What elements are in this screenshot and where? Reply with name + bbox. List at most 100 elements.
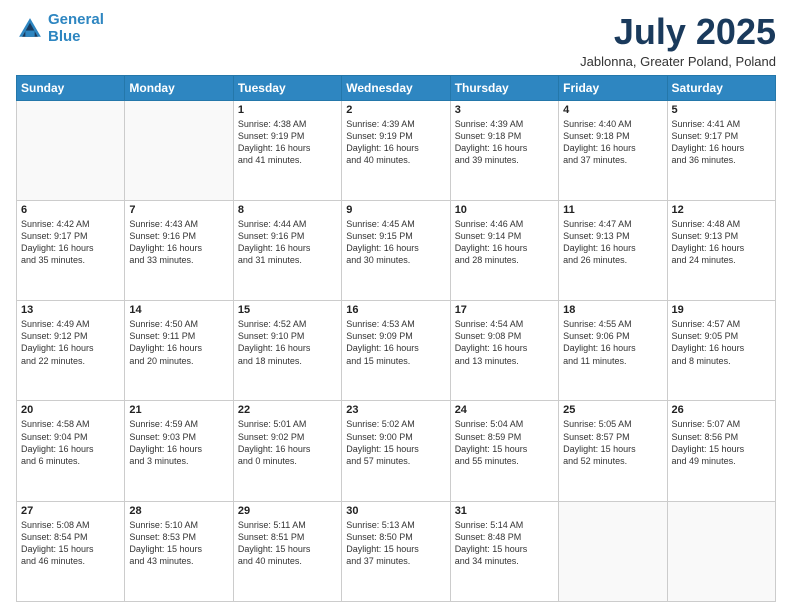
- day-number: 7: [129, 204, 228, 216]
- logo-text: General Blue: [48, 12, 104, 45]
- day-info: Sunrise: 4:55 AM Sunset: 9:06 PM Dayligh…: [563, 318, 662, 367]
- day-info: Sunrise: 5:11 AM Sunset: 8:51 PM Dayligh…: [238, 519, 337, 568]
- calendar-week-2: 6Sunrise: 4:42 AM Sunset: 9:17 PM Daylig…: [17, 200, 776, 300]
- day-number: 14: [129, 304, 228, 316]
- calendar-cell: 23 Sunrise: 5:02 AM Sunset: 9:00 PM Dayli…: [342, 401, 450, 501]
- day-number: 16: [346, 304, 445, 316]
- calendar-cell: 9Sunrise: 4:45 AM Sunset: 9:15 PM Daylig…: [342, 200, 450, 300]
- calendar-week-5: 27 Sunrise: 5:08 AM Sunset: 8:54 PM Dayli…: [17, 501, 776, 601]
- calendar-cell: 22 Sunrise: 5:01 AM Sunset: 9:02 PM Dayli…: [233, 401, 341, 501]
- day-number: 31: [455, 505, 554, 517]
- day-info: Sunrise: 4:59 AM Sunset: 9:03 PM Dayligh…: [129, 418, 228, 467]
- day-number: 27: [21, 505, 120, 517]
- day-info: Sunrise: 4:41 AM Sunset: 9:17 PM Dayligh…: [672, 118, 771, 167]
- day-info: Sunrise: 4:42 AM Sunset: 9:17 PM Dayligh…: [21, 218, 120, 267]
- calendar-week-4: 20 Sunrise: 4:58 AM Sunset: 9:04 PM Dayli…: [17, 401, 776, 501]
- calendar-cell: 4Sunrise: 4:40 AM Sunset: 9:18 PM Daylig…: [559, 100, 667, 200]
- calendar-header-tuesday: Tuesday: [233, 75, 341, 100]
- day-info: Sunrise: 4:49 AM Sunset: 9:12 PM Dayligh…: [21, 318, 120, 367]
- day-number: 9: [346, 204, 445, 216]
- logo: General Blue: [16, 12, 104, 45]
- calendar-cell: 19 Sunrise: 4:57 AM Sunset: 9:05 PM Dayli…: [667, 301, 775, 401]
- day-info: Sunrise: 4:39 AM Sunset: 9:18 PM Dayligh…: [455, 118, 554, 167]
- logo-line1: General: [48, 11, 104, 28]
- calendar-cell: 1 Sunrise: 4:38 AM Sunset: 9:19 PM Daylig…: [233, 100, 341, 200]
- calendar-cell: 12Sunrise: 4:48 AM Sunset: 9:13 PM Dayli…: [667, 200, 775, 300]
- day-info: Sunrise: 4:53 AM Sunset: 9:09 PM Dayligh…: [346, 318, 445, 367]
- calendar-header-sunday: Sunday: [17, 75, 125, 100]
- subtitle: Jablonna, Greater Poland, Poland: [580, 54, 776, 69]
- day-info: Sunrise: 4:43 AM Sunset: 9:16 PM Dayligh…: [129, 218, 228, 267]
- calendar-header-thursday: Thursday: [450, 75, 558, 100]
- calendar-cell: 21 Sunrise: 4:59 AM Sunset: 9:03 PM Dayli…: [125, 401, 233, 501]
- calendar-header-row: SundayMondayTuesdayWednesdayThursdayFrid…: [17, 75, 776, 100]
- calendar-cell: 14 Sunrise: 4:50 AM Sunset: 9:11 PM Dayli…: [125, 301, 233, 401]
- day-number: 17: [455, 304, 554, 316]
- day-info: Sunrise: 5:04 AM Sunset: 8:59 PM Dayligh…: [455, 418, 554, 467]
- day-number: 21: [129, 404, 228, 416]
- day-info: Sunrise: 4:58 AM Sunset: 9:04 PM Dayligh…: [21, 418, 120, 467]
- day-number: 19: [672, 304, 771, 316]
- calendar-table: SundayMondayTuesdayWednesdayThursdayFrid…: [16, 75, 776, 602]
- day-info: Sunrise: 5:14 AM Sunset: 8:48 PM Dayligh…: [455, 519, 554, 568]
- calendar-cell: [125, 100, 233, 200]
- day-info: Sunrise: 5:05 AM Sunset: 8:57 PM Dayligh…: [563, 418, 662, 467]
- day-number: 8: [238, 204, 337, 216]
- calendar-cell: 30 Sunrise: 5:13 AM Sunset: 8:50 PM Dayli…: [342, 501, 450, 601]
- calendar-cell: 26Sunrise: 5:07 AM Sunset: 8:56 PM Dayli…: [667, 401, 775, 501]
- day-number: 28: [129, 505, 228, 517]
- calendar-cell: 20 Sunrise: 4:58 AM Sunset: 9:04 PM Dayli…: [17, 401, 125, 501]
- page: General Blue July 2025 Jablonna, Greater…: [0, 0, 792, 612]
- calendar-header-friday: Friday: [559, 75, 667, 100]
- calendar-cell: 15Sunrise: 4:52 AM Sunset: 9:10 PM Dayli…: [233, 301, 341, 401]
- day-number: 10: [455, 204, 554, 216]
- day-number: 5: [672, 104, 771, 116]
- day-info: Sunrise: 4:57 AM Sunset: 9:05 PM Dayligh…: [672, 318, 771, 367]
- day-number: 12: [672, 204, 771, 216]
- day-number: 20: [21, 404, 120, 416]
- day-info: Sunrise: 4:38 AM Sunset: 9:19 PM Dayligh…: [238, 118, 337, 167]
- day-number: 11: [563, 204, 662, 216]
- day-info: Sunrise: 4:50 AM Sunset: 9:11 PM Dayligh…: [129, 318, 228, 367]
- calendar-cell: 28 Sunrise: 5:10 AM Sunset: 8:53 PM Dayli…: [125, 501, 233, 601]
- calendar-cell: [559, 501, 667, 601]
- day-number: 4: [563, 104, 662, 116]
- day-info: Sunrise: 5:01 AM Sunset: 9:02 PM Dayligh…: [238, 418, 337, 467]
- day-number: 1: [238, 104, 337, 116]
- day-info: Sunrise: 5:13 AM Sunset: 8:50 PM Dayligh…: [346, 519, 445, 568]
- calendar-cell: 18 Sunrise: 4:55 AM Sunset: 9:06 PM Dayli…: [559, 301, 667, 401]
- day-number: 26: [672, 404, 771, 416]
- day-info: Sunrise: 5:08 AM Sunset: 8:54 PM Dayligh…: [21, 519, 120, 568]
- calendar-cell: 25Sunrise: 5:05 AM Sunset: 8:57 PM Dayli…: [559, 401, 667, 501]
- day-number: 22: [238, 404, 337, 416]
- day-info: Sunrise: 5:02 AM Sunset: 9:00 PM Dayligh…: [346, 418, 445, 467]
- day-info: Sunrise: 4:44 AM Sunset: 9:16 PM Dayligh…: [238, 218, 337, 267]
- day-number: 18: [563, 304, 662, 316]
- title-block: July 2025 Jablonna, Greater Poland, Pola…: [580, 12, 776, 69]
- day-number: 24: [455, 404, 554, 416]
- calendar-cell: 13Sunrise: 4:49 AM Sunset: 9:12 PM Dayli…: [17, 301, 125, 401]
- calendar-header-saturday: Saturday: [667, 75, 775, 100]
- calendar-cell: 27 Sunrise: 5:08 AM Sunset: 8:54 PM Dayli…: [17, 501, 125, 601]
- day-number: 29: [238, 505, 337, 517]
- day-info: Sunrise: 4:54 AM Sunset: 9:08 PM Dayligh…: [455, 318, 554, 367]
- calendar-cell: 29 Sunrise: 5:11 AM Sunset: 8:51 PM Dayli…: [233, 501, 341, 601]
- calendar-cell: 31 Sunrise: 5:14 AM Sunset: 8:48 PM Dayli…: [450, 501, 558, 601]
- calendar-header-wednesday: Wednesday: [342, 75, 450, 100]
- calendar-cell: 17 Sunrise: 4:54 AM Sunset: 9:08 PM Dayli…: [450, 301, 558, 401]
- day-number: 30: [346, 505, 445, 517]
- calendar-week-1: 1 Sunrise: 4:38 AM Sunset: 9:19 PM Daylig…: [17, 100, 776, 200]
- day-number: 23: [346, 404, 445, 416]
- calendar-cell: 5 Sunrise: 4:41 AM Sunset: 9:17 PM Daylig…: [667, 100, 775, 200]
- day-info: Sunrise: 5:10 AM Sunset: 8:53 PM Dayligh…: [129, 519, 228, 568]
- calendar-cell: 16 Sunrise: 4:53 AM Sunset: 9:09 PM Dayli…: [342, 301, 450, 401]
- calendar-cell: 6Sunrise: 4:42 AM Sunset: 9:17 PM Daylig…: [17, 200, 125, 300]
- calendar-cell: 7 Sunrise: 4:43 AM Sunset: 9:16 PM Daylig…: [125, 200, 233, 300]
- calendar-header-monday: Monday: [125, 75, 233, 100]
- calendar-cell: [17, 100, 125, 200]
- calendar-cell: 3Sunrise: 4:39 AM Sunset: 9:18 PM Daylig…: [450, 100, 558, 200]
- logo-icon: [16, 15, 44, 43]
- calendar-cell: [667, 501, 775, 601]
- logo-line2: Blue: [48, 28, 81, 45]
- calendar-week-3: 13Sunrise: 4:49 AM Sunset: 9:12 PM Dayli…: [17, 301, 776, 401]
